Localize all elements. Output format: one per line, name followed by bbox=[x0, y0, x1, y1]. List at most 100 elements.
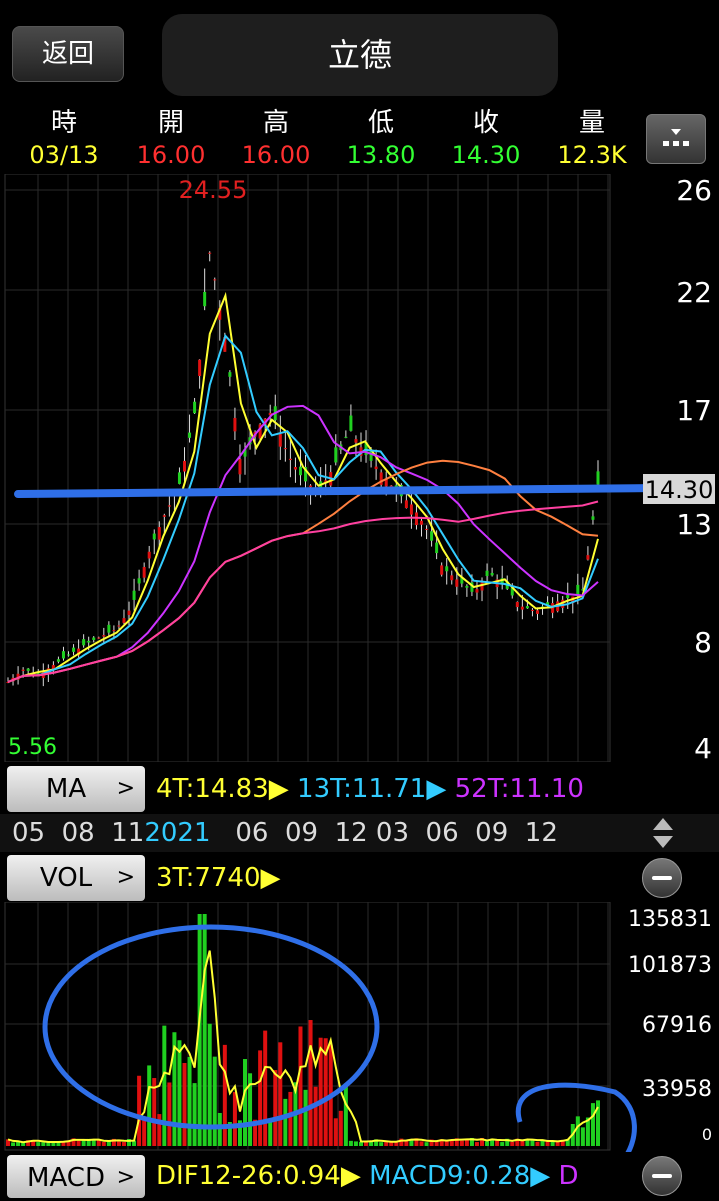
ma-legend: 4T:14.83▶ 13T:11.71▶ 52T:11.10 bbox=[156, 766, 610, 812]
ma13-value: 13T:11.71 bbox=[297, 774, 427, 804]
volume-bar bbox=[348, 1140, 353, 1146]
candle-body bbox=[157, 527, 161, 540]
volume-bar bbox=[500, 1142, 505, 1146]
ma4-value: 4T:14.83 bbox=[156, 774, 269, 804]
volume-bar bbox=[243, 1059, 248, 1146]
candle-body bbox=[334, 447, 338, 463]
volume-bar bbox=[212, 1056, 217, 1146]
quote-col-open: 開 16.00 bbox=[118, 106, 224, 170]
back-button[interactable]: 返回 bbox=[12, 26, 124, 82]
volume-bar bbox=[137, 1075, 142, 1146]
volume-bar bbox=[474, 1142, 479, 1146]
candle-body bbox=[213, 279, 217, 281]
volume-bar bbox=[202, 914, 207, 1146]
quote-col-close: 收 14.30 bbox=[433, 106, 539, 170]
macd-selector-button[interactable]: MACD > bbox=[7, 1155, 145, 1198]
zoom-toggle-icon[interactable] bbox=[650, 816, 676, 850]
candle-body bbox=[309, 485, 313, 488]
ma52-value: 52T:11.10 bbox=[454, 774, 584, 804]
candle-body bbox=[344, 436, 348, 438]
candle-body bbox=[167, 505, 171, 507]
volume-bar bbox=[167, 1082, 172, 1146]
candle-body bbox=[198, 359, 202, 376]
volume-bar bbox=[333, 1118, 338, 1146]
volume-bar bbox=[575, 1116, 580, 1146]
volume-bar bbox=[590, 1103, 595, 1146]
volume-bar bbox=[36, 1142, 41, 1146]
vol-tick-0: 0 bbox=[702, 1125, 712, 1144]
volume-bar bbox=[162, 1025, 167, 1146]
high-price-label: 24.55 bbox=[179, 176, 248, 204]
volume-bar bbox=[11, 1142, 16, 1146]
more-menu-button[interactable] bbox=[646, 114, 706, 164]
volume-bar bbox=[278, 1042, 283, 1146]
candle-body bbox=[26, 668, 30, 671]
vol-ma-value: 3T:7740 bbox=[156, 863, 261, 893]
candle-body bbox=[132, 590, 136, 600]
chevron-right-icon: > bbox=[116, 865, 135, 890]
candle-body bbox=[520, 606, 524, 610]
volume-bar bbox=[298, 1026, 303, 1146]
volume-bar bbox=[485, 1141, 490, 1146]
volume-chart[interactable]: 135831 101873 67916 33958 0 bbox=[0, 902, 719, 1152]
volume-bar bbox=[303, 1089, 308, 1146]
candle-body bbox=[92, 637, 96, 641]
volume-bar bbox=[308, 1020, 313, 1146]
vol-selector-button[interactable]: VOL > bbox=[7, 855, 145, 901]
time-axis: 05 08 112021 06 09 12 03 06 09 12 bbox=[0, 814, 719, 852]
low-price-label: 5.56 bbox=[8, 735, 57, 760]
volume-bar bbox=[444, 1140, 449, 1146]
volume-bar bbox=[353, 1141, 358, 1146]
candle-body bbox=[233, 417, 237, 432]
candle-body bbox=[288, 458, 292, 461]
current-price-label: 14.30 bbox=[645, 476, 714, 504]
candle-body bbox=[122, 618, 126, 623]
candle-body bbox=[82, 639, 86, 646]
volume-bar bbox=[76, 1140, 81, 1146]
candle-body bbox=[278, 434, 282, 447]
price-chart[interactable]: 26 22 17 13 8 4 14.30 24.55 5.56 bbox=[0, 174, 719, 762]
volume-bar bbox=[535, 1141, 540, 1146]
volume-bar bbox=[434, 1141, 439, 1146]
volume-bar bbox=[187, 1056, 192, 1146]
candle-body bbox=[283, 448, 287, 450]
price-tick-17: 17 bbox=[676, 394, 712, 427]
quote-close: 14.30 bbox=[451, 141, 521, 169]
volume-bar bbox=[217, 1112, 222, 1146]
chevron-right-icon: > bbox=[116, 1165, 135, 1190]
volume-bar bbox=[273, 1070, 278, 1146]
candle-body bbox=[298, 466, 302, 476]
collapse-vol-button[interactable] bbox=[642, 858, 682, 898]
candle-body bbox=[107, 624, 111, 633]
candle-body bbox=[188, 432, 192, 438]
candle-body bbox=[349, 415, 353, 431]
volume-bar bbox=[338, 1110, 343, 1146]
candle-body bbox=[142, 567, 146, 578]
play-marker-icon: ▶ bbox=[260, 863, 281, 893]
vol-tick-135831: 135831 bbox=[628, 907, 712, 932]
ma-selector-button[interactable]: MA > bbox=[7, 766, 145, 812]
collapse-macd-button[interactable] bbox=[642, 1156, 682, 1196]
candle-body bbox=[475, 589, 479, 593]
volume-bar bbox=[147, 1065, 152, 1146]
volume-bar bbox=[192, 1083, 197, 1146]
price-axis: 26 22 17 13 8 4 bbox=[676, 174, 712, 762]
volume-bar bbox=[121, 1142, 126, 1146]
volume-bar bbox=[313, 1086, 318, 1146]
candle-body bbox=[425, 528, 429, 530]
quote-low: 13.80 bbox=[346, 141, 416, 169]
volume-bar bbox=[177, 1040, 182, 1146]
price-tick-22: 22 bbox=[676, 276, 712, 309]
volume-bar bbox=[358, 1141, 363, 1146]
candle-body bbox=[21, 669, 25, 671]
candle-body bbox=[182, 460, 186, 472]
candle-body bbox=[435, 542, 439, 554]
volume-bar bbox=[550, 1141, 555, 1146]
candle-body bbox=[208, 252, 212, 254]
candle-body bbox=[228, 372, 232, 377]
play-marker-icon: ▶ bbox=[268, 774, 289, 804]
candle-body bbox=[293, 466, 297, 470]
candle-body bbox=[404, 500, 408, 509]
candle-body bbox=[127, 610, 131, 616]
candle-body bbox=[591, 516, 595, 520]
